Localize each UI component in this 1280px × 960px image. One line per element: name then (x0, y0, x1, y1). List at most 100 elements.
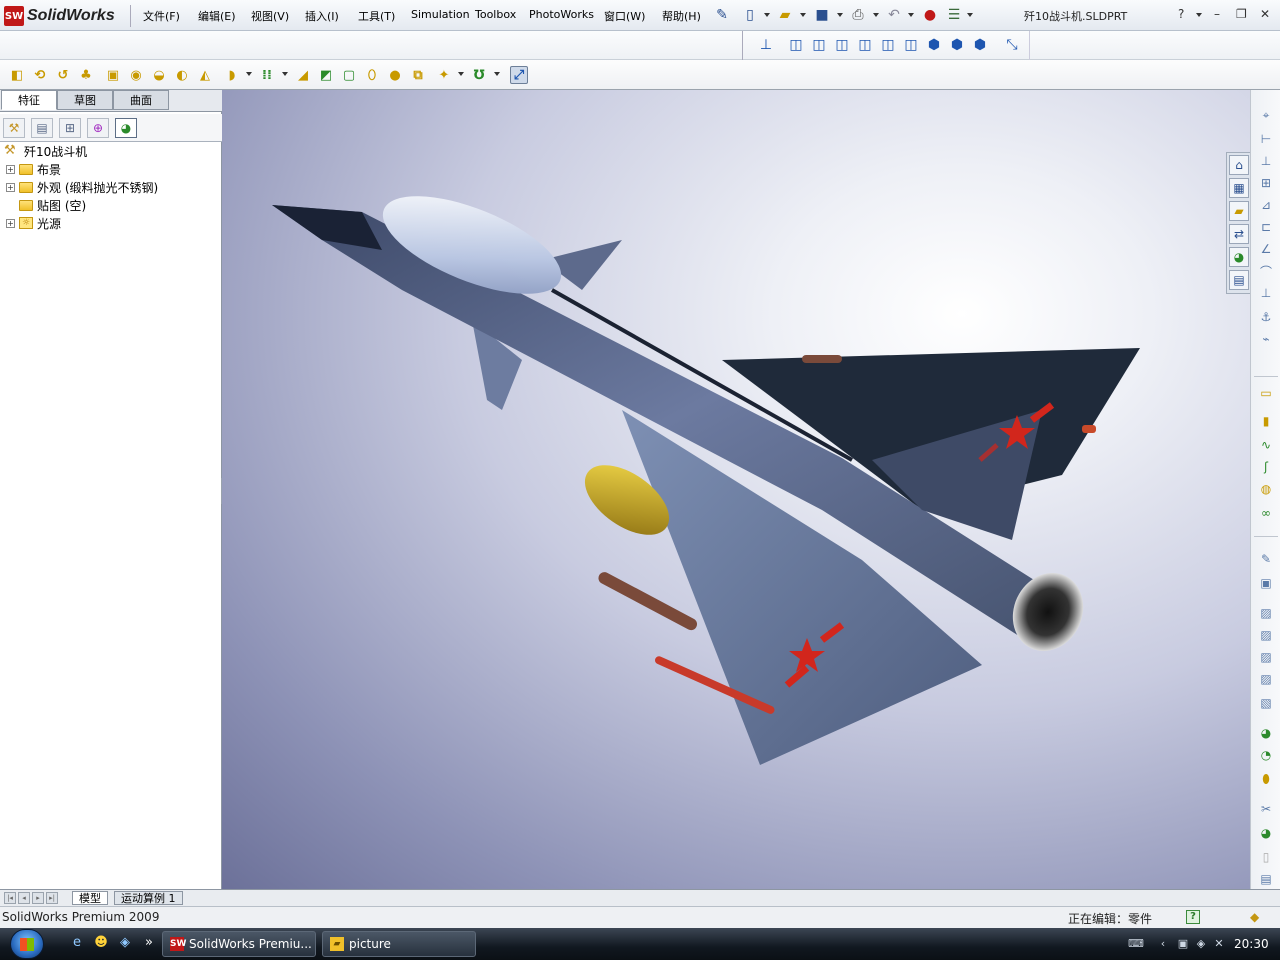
dimxpert-manager-tab-icon[interactable]: ⊕ (87, 118, 109, 138)
lofted-cut-icon[interactable]: ◭ (196, 66, 214, 84)
tray-volume-icon[interactable]: ✕ (1212, 937, 1226, 951)
menu-tools[interactable]: 工具(T) (355, 6, 398, 26)
line-icon[interactable]: ▮ (1257, 412, 1275, 430)
tags-icon[interactable]: ◆ (1250, 910, 1266, 924)
frame-icon[interactable]: ▣ (1257, 574, 1275, 592)
text-icon[interactable]: ◍ (1257, 480, 1275, 498)
menu-file[interactable]: 文件(F) (140, 6, 183, 26)
search-icon[interactable]: ⇄ (1229, 224, 1249, 244)
menu-view[interactable]: 视图(V) (248, 6, 292, 26)
fillet-icon[interactable]: ◗ (223, 66, 241, 84)
hole-wizard-icon[interactable]: ◉ (127, 66, 145, 84)
menu-edit[interactable]: 编辑(E) (195, 6, 239, 26)
reference-geometry-icon[interactable]: ✦ (435, 66, 453, 84)
clock[interactable]: 20:30 (1234, 937, 1269, 951)
tab-motion-study[interactable]: 运动算例 1 (114, 891, 183, 905)
top-view-icon[interactable]: ◫ (879, 36, 897, 54)
vertical-dimension-icon[interactable]: ⊥ (1257, 152, 1275, 170)
swept-boss-icon[interactable]: ↺ (54, 66, 72, 84)
linear-pattern-icon[interactable]: ⁞⁞ (258, 66, 276, 84)
baseline-dimension-icon[interactable]: ⊞ (1257, 174, 1275, 192)
chamfer-dimension-icon[interactable]: ⊏ (1257, 218, 1275, 236)
internet-explorer-icon[interactable]: e (68, 935, 86, 953)
new-document-icon[interactable]: ▯ (740, 5, 760, 25)
options-icon[interactable]: ☰ (944, 5, 964, 25)
tree-root[interactable]: ⚒ 歼10战斗机 (4, 142, 87, 160)
pattern-dropdown-icon[interactable] (282, 72, 288, 76)
help-icon[interactable]: ? (1178, 7, 1184, 21)
close-icon[interactable]: ✕ (1260, 7, 1270, 21)
shell-icon[interactable]: ▢ (340, 66, 358, 84)
ordinate-dimension-icon[interactable]: ⊿ (1257, 196, 1275, 214)
decal-icon[interactable]: ⬮ (1257, 770, 1275, 788)
tab-surfaces[interactable]: 曲面 (113, 90, 169, 110)
smart-dimension-icon[interactable]: ⌖ (1257, 106, 1275, 124)
expand-icon[interactable]: + (6, 164, 15, 174)
properties-icon[interactable]: ▤ (1257, 870, 1275, 888)
menu-window[interactable]: 窗口(W) (601, 6, 648, 26)
undo-dropdown-icon[interactable] (908, 13, 914, 17)
pattern-icon[interactable]: ∞ (1257, 504, 1275, 522)
render-last-icon[interactable]: ▨ (1257, 670, 1275, 688)
save-icon[interactable]: ■ (812, 5, 832, 25)
mirror-icon[interactable]: ⧉ (409, 66, 427, 84)
menu-photoworks[interactable]: PhotoWorks (526, 6, 597, 23)
app-logo[interactable]: SW SolidWorks (4, 5, 131, 27)
trimetric-view-icon[interactable]: ⬢ (948, 36, 966, 54)
back-view-icon[interactable]: ◫ (810, 36, 828, 54)
expand-icon[interactable]: + (6, 182, 15, 192)
network-icon[interactable]: ◈ (116, 935, 134, 953)
wrap-icon[interactable]: ⬯ (363, 66, 381, 84)
menu-toolbox[interactable]: Toolbox (472, 6, 519, 23)
sketch-icon[interactable]: ▭ (1257, 384, 1275, 402)
front-view-icon[interactable]: ◫ (787, 36, 805, 54)
save-image-icon[interactable]: ▧ (1257, 694, 1275, 712)
instant3d-icon[interactable]: ⤢ (510, 66, 528, 84)
tray-network-icon[interactable]: ◈ (1194, 937, 1208, 951)
horizontal-dimension-icon[interactable]: ⊢ (1257, 130, 1275, 148)
curve-icon[interactable]: ʃ (1257, 458, 1275, 476)
prev-tab-icon[interactable]: ◂ (18, 892, 30, 904)
bottom-view-icon[interactable]: ◫ (902, 36, 920, 54)
open-folder-icon[interactable]: ▰ (775, 5, 795, 25)
isometric-view-icon[interactable]: ⬢ (925, 36, 943, 54)
start-button[interactable] (10, 929, 44, 959)
undo-icon[interactable]: ↶ (884, 5, 904, 25)
property-manager-tab-icon[interactable]: ▤ (31, 118, 53, 138)
tab-model[interactable]: 模型 (72, 891, 108, 905)
tree-item-decals[interactable]: 贴图 (空) (19, 196, 86, 214)
next-tab-icon[interactable]: ▸ (32, 892, 44, 904)
qq-icon[interactable]: ☻ (92, 935, 110, 953)
arc-dimension-icon[interactable]: ⌒ (1257, 262, 1275, 280)
lights-icon[interactable]: ✂ (1257, 800, 1275, 818)
pin-icon[interactable]: ✎ (712, 5, 732, 25)
tree-item-scene[interactable]: + 布景 (6, 160, 61, 178)
new-dropdown-icon[interactable] (764, 13, 770, 17)
design-library-icon[interactable]: ▦ (1229, 178, 1249, 198)
first-tab-icon[interactable]: |◂ (4, 892, 16, 904)
display-relations-icon[interactable]: ⌁ (1257, 330, 1275, 348)
scene-icon[interactable]: ◔ (1257, 746, 1275, 764)
tray-display-icon[interactable]: ▣ (1176, 937, 1190, 951)
rib-icon[interactable]: ◢ (294, 66, 312, 84)
spline-icon[interactable]: ∿ (1257, 436, 1275, 454)
tray-expand-icon[interactable]: ‹ (1156, 937, 1170, 951)
menu-insert[interactable]: 插入(I) (302, 6, 342, 26)
quicklaunch-more-icon[interactable]: » (140, 935, 158, 953)
dome-icon[interactable]: ● (386, 66, 404, 84)
draft-icon[interactable]: ◩ (317, 66, 335, 84)
keyboard-icon[interactable]: ⌨ (1128, 937, 1144, 951)
taskbar-item-picture[interactable]: ▰ picture (322, 931, 476, 957)
dimetric-view-icon[interactable]: ⬢ (971, 36, 989, 54)
lofted-boss-icon[interactable]: ♣ (77, 66, 95, 84)
swept-cut-icon[interactable]: ◐ (173, 66, 191, 84)
tree-item-appearance[interactable]: + 外观 (缎料抛光不锈钢) (6, 178, 158, 196)
logo-flyout-arrow[interactable] (123, 5, 131, 27)
fillet-dropdown-icon[interactable] (246, 72, 252, 76)
tab-sketch[interactable]: 草图 (57, 90, 113, 110)
configuration-manager-tab-icon[interactable]: ⊞ (59, 118, 81, 138)
expand-icon[interactable]: + (6, 218, 15, 228)
display-manager-tab-icon[interactable]: ◕ (115, 118, 137, 138)
preview-window-icon[interactable]: ▨ (1257, 626, 1275, 644)
appearances-icon[interactable]: ◕ (1229, 247, 1249, 267)
